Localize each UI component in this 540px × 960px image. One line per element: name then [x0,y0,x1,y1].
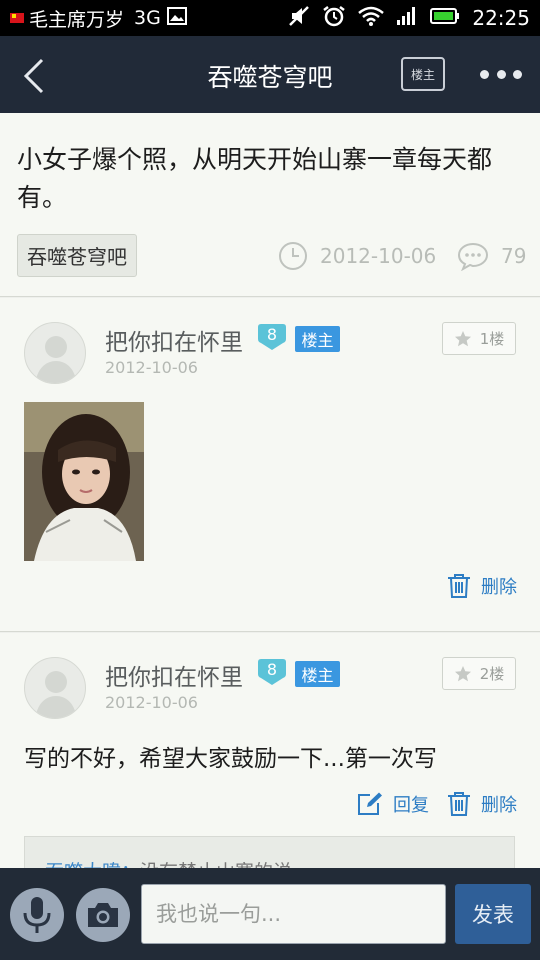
star-icon [454,665,471,681]
battery-icon [430,7,460,30]
clock-icon [279,242,307,270]
thread-title: 小女子爆个照，从明天开始山寨一章每天都有。 [17,145,493,212]
post-date: 2012-10-06 [105,358,198,377]
carrier-name: 毛主席万岁 [29,8,125,31]
reply-count: 79 [457,241,526,271]
louzhu-only-button[interactable]: 楼主 [401,57,445,91]
floor-badge: 2楼 [442,657,516,690]
thread-date-text: 2012-10-06 [320,244,437,268]
level-badge: 8 [257,323,287,351]
delete-button[interactable]: 删除 [447,791,517,817]
signal-icon [396,6,418,31]
thread-header: 小女子爆个照，从明天开始山寨一章每天都有。 吞噬苍穹吧 2012-10-06 7… [0,113,540,297]
image-icon [166,6,187,30]
post-date: 2012-10-06 [105,693,198,712]
delete-label: 删除 [481,577,517,598]
edit-icon [358,792,382,815]
avatar[interactable] [24,322,86,384]
more-dots-icon [480,69,489,79]
post-content: 写的不好，希望大家鼓励一下...第一次写 [24,746,437,772]
level-badge: 8 [257,658,287,686]
level-number: 8 [266,325,278,344]
status-bar: 毛主席万岁 3G 22:25 [0,0,540,36]
comment-input[interactable] [141,884,446,944]
post-floor-1: 把你扣在怀里 8 楼主 2012-10-06 1楼 删除 [0,298,540,632]
louzhu-badge: 楼主 [295,661,340,687]
network-type: 3G [134,7,161,29]
username[interactable]: 把你扣在怀里 [105,658,243,692]
wifi-icon [358,6,385,31]
flag-icon [10,13,24,23]
floor-number: 1楼 [479,330,505,348]
default-avatar-icon [35,671,77,718]
voice-button[interactable] [10,888,64,942]
floor-number: 2楼 [479,665,505,683]
post-photo[interactable] [24,402,144,561]
top-bar: 吞噬苍穹吧 楼主 [0,36,540,113]
send-button[interactable]: 发表 [455,884,531,944]
bottom-input-bar: 发表 [0,868,540,960]
camera-button[interactable] [76,888,130,942]
alarm-icon [322,5,346,32]
delete-button[interactable]: 删除 [447,573,517,599]
level-number: 8 [266,660,278,679]
trash-icon [448,792,470,816]
microphone-icon [23,897,51,933]
post-floor-2: 把你扣在怀里 8 楼主 2012-10-06 2楼 写的不好，希望大家鼓励一下.… [0,633,540,876]
username[interactable]: 把你扣在怀里 [105,323,243,357]
default-avatar-icon [35,336,77,383]
clock: 22:25 [472,6,530,30]
forum-title: 吞噬苍穹吧 [207,63,333,92]
floor-badge: 1楼 [442,322,516,355]
avatar[interactable] [24,657,86,719]
reply-count-text: 79 [501,244,527,268]
forum-tag[interactable]: 吞噬苍穹吧 [17,234,137,277]
delete-label: 删除 [481,795,517,816]
thread-date: 2012-10-06 [278,241,436,271]
camera-icon [88,903,118,927]
trash-icon [448,574,470,598]
reply-button[interactable]: 回复 [357,791,429,817]
reply-label: 回复 [393,795,429,816]
louzhu-badge: 楼主 [295,326,340,352]
more-button[interactable] [480,64,522,84]
star-icon [454,330,471,346]
comment-icon [457,242,489,271]
mute-icon [288,5,310,32]
